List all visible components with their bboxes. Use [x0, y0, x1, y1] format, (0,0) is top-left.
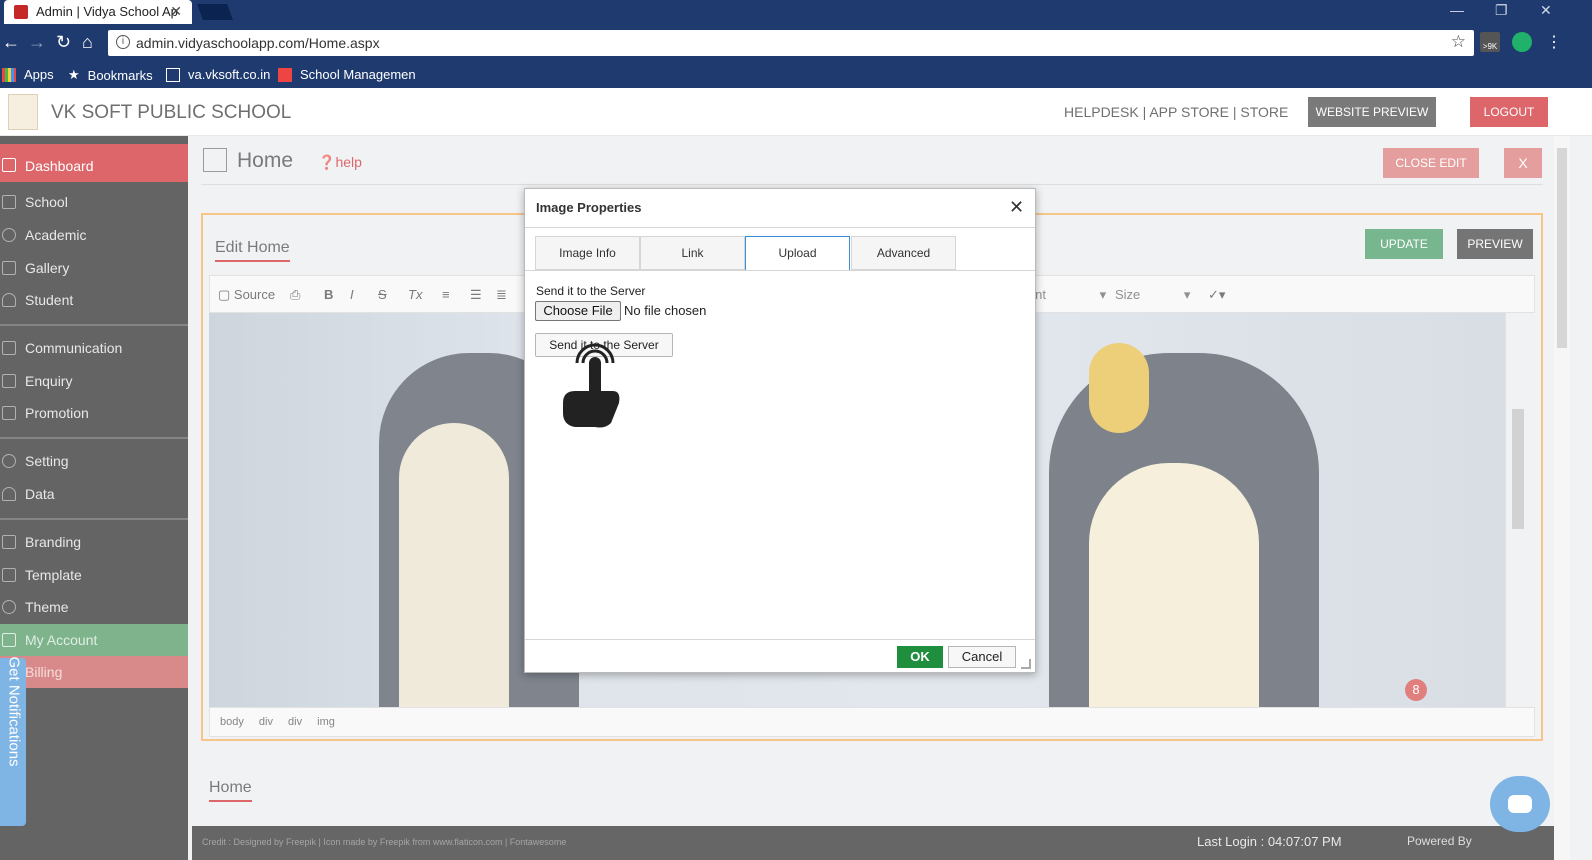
browser-toolbar: ← → ↻ ⌂ i admin.vidyaschoolapp.com/Home.…: [0, 24, 1592, 62]
upload-label: Send it to the Server: [536, 284, 646, 298]
image-properties-dialog: Image Properties ✕ Image Info Link Uploa…: [524, 188, 1036, 673]
apps-grid-icon: [2, 67, 16, 82]
star-icon: ★: [68, 67, 80, 82]
bookmark-label: Apps: [24, 67, 54, 82]
browser-menu-icon[interactable]: ⋮: [1546, 32, 1562, 52]
resize-handle-icon[interactable]: [1021, 659, 1031, 669]
dialog-title: Image Properties: [536, 200, 642, 215]
bookmarks-bar: Apps ★ Bookmarks va.vksoft.co.in School …: [0, 62, 1592, 88]
forward-icon[interactable]: →: [28, 32, 46, 53]
tap-gesture-icon: [563, 343, 620, 428]
mail-extension-badge: >9K: [1482, 42, 1498, 51]
window-close-icon[interactable]: ✕: [1540, 2, 1552, 19]
address-bar[interactable]: i admin.vidyaschoolapp.com/Home.aspx ☆: [108, 30, 1474, 56]
bookmark-bookmarks[interactable]: ★ Bookmarks: [68, 67, 153, 83]
back-icon[interactable]: ←: [2, 32, 20, 53]
bookmark-school-management[interactable]: School Managemen: [278, 67, 416, 82]
home-icon[interactable]: ⌂: [82, 32, 93, 53]
tab-advanced[interactable]: Advanced: [851, 236, 956, 270]
tab-upload[interactable]: Upload: [745, 236, 850, 271]
dialog-footer: OK Cancel: [525, 639, 1035, 672]
tab-title: Admin | Vidya School Ap: [36, 4, 178, 19]
site-favicon-icon: [14, 5, 28, 19]
new-tab-button[interactable]: [197, 4, 233, 20]
choose-file-button[interactable]: Choose File: [535, 301, 621, 321]
bookmark-label: School Managemen: [300, 67, 416, 82]
browser-tab[interactable]: Admin | Vidya School Ap ✕: [4, 0, 192, 24]
bookmark-vksoft[interactable]: va.vksoft.co.in: [166, 67, 270, 82]
school-favicon-icon: [278, 67, 292, 82]
url-text: admin.vidyaschoolapp.com/Home.aspx: [136, 35, 380, 51]
tab-link[interactable]: Link: [640, 236, 745, 270]
browser-titlebar: Admin | Vidya School Ap ✕ — ❐ ✕: [0, 0, 1592, 24]
close-tab-icon[interactable]: ✕: [170, 3, 182, 20]
bookmark-label: va.vksoft.co.in: [188, 67, 271, 82]
bookmark-label: Bookmarks: [87, 67, 153, 83]
site-info-icon[interactable]: i: [116, 35, 130, 49]
cancel-button[interactable]: Cancel: [948, 646, 1016, 668]
mail-extension-icon[interactable]: >9K: [1480, 32, 1500, 52]
divider: [525, 227, 1035, 228]
page-icon: [166, 67, 180, 82]
divider: [525, 270, 1035, 271]
bookmark-apps[interactable]: Apps: [2, 67, 54, 82]
close-icon[interactable]: ✕: [1009, 197, 1024, 218]
bookmark-star-icon[interactable]: ☆: [1451, 32, 1466, 52]
minimize-icon[interactable]: —: [1450, 2, 1464, 18]
file-status: No file chosen: [624, 303, 707, 318]
tab-image-info[interactable]: Image Info: [535, 236, 640, 270]
restore-icon[interactable]: ❐: [1495, 2, 1508, 19]
reload-icon[interactable]: ↻: [56, 32, 71, 53]
ok-button[interactable]: OK: [897, 646, 943, 668]
grammarly-extension-icon[interactable]: [1512, 32, 1532, 52]
